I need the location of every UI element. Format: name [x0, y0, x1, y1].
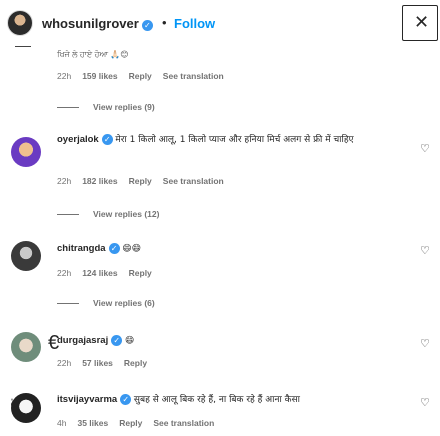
like-heart-icon[interactable]: ♡ [420, 244, 430, 257]
view-replies-button[interactable]: View replies (12) [57, 209, 159, 219]
like-heart-icon[interactable]: ♡ [420, 337, 430, 350]
view-replies-label[interactable]: View replies (9) [93, 102, 155, 112]
replies-line [57, 107, 79, 109]
comment-username[interactable]: durgajasraj [57, 335, 108, 346]
post-header: whosunilgrover ✓ • Follow ✕ [0, 0, 440, 46]
comment-likes[interactable]: 35 likes [77, 418, 108, 428]
comment-time: 22h [57, 71, 72, 81]
comment-text: सुबह से आलू बिक रहे हैं, ना बिक रहे हैं … [133, 395, 300, 405]
comment-text: 😄😄 [122, 244, 141, 254]
comment-time: 22h [57, 176, 72, 186]
reply-button[interactable]: Reply [129, 268, 152, 278]
reply-button[interactable]: Reply [119, 418, 142, 428]
comment-body: itsvijayvarma ✓ सुबह से आलू बिक रहे हैं, … [57, 392, 300, 405]
close-icon: ✕ [414, 12, 430, 32]
comment-likes[interactable]: 57 likes [82, 358, 113, 368]
header-username[interactable]: whosunilgrover ✓ [42, 16, 153, 31]
comment-meta: 22h 159 likes Reply See translation [57, 71, 235, 81]
reply-button[interactable]: Reply [129, 176, 152, 186]
close-button[interactable]: ✕ [402, 5, 438, 41]
comment-text: मेरा 1 किलो आलू, 1 किलो प्याज और हनिया म… [115, 135, 354, 145]
verified-icon: ✓ [101, 134, 113, 145]
see-translation-button[interactable]: See translation [153, 418, 214, 428]
header-username-text[interactable]: whosunilgrover [42, 16, 139, 31]
avatar[interactable] [11, 332, 41, 362]
verified-icon: ✓ [111, 335, 123, 346]
hand-icon: ✌ [8, 396, 20, 412]
comment-meta: 22h 124 likes Reply [57, 268, 163, 278]
comment-meta: 22h 182 likes Reply See translation [57, 176, 235, 186]
comment-meta: 4h 35 likes Reply See translation [57, 418, 225, 428]
avatar[interactable] [11, 137, 41, 167]
verified-icon: ✓ [141, 20, 153, 31]
comment-body: chitrangda ✓ 😄😄 [57, 243, 141, 254]
like-heart-icon[interactable]: ♡ [420, 142, 430, 155]
comment-meta: 22h 57 likes Reply [57, 358, 158, 368]
view-replies-button[interactable]: View replies (6) [57, 298, 155, 308]
comment-time: 4h [57, 418, 67, 428]
view-replies-label[interactable]: View replies (12) [93, 209, 159, 219]
see-translation-button[interactable]: See translation [163, 176, 224, 186]
comment-likes[interactable]: 159 likes [82, 71, 117, 81]
avatar[interactable] [11, 241, 41, 271]
verified-icon: ✓ [108, 243, 120, 254]
view-replies-label[interactable]: View replies (6) [93, 298, 155, 308]
comment-time: 22h [57, 268, 72, 278]
follow-button[interactable]: Follow [174, 16, 215, 31]
comment-body: oyerjalok ✓ मेरा 1 किलो आलू, 1 किलो प्याज… [57, 134, 412, 146]
reply-button[interactable]: Reply [124, 358, 147, 368]
dot-separator: • [162, 15, 167, 30]
comment-username[interactable]: oyerjalok [57, 134, 99, 145]
comment-username[interactable]: itsvijayvarma [57, 394, 117, 405]
comment-likes[interactable]: 182 likes [82, 176, 117, 186]
reply-button[interactable]: Reply [129, 71, 152, 81]
see-translation-button[interactable]: See translation [163, 71, 224, 81]
verified-icon: ✓ [120, 394, 132, 405]
comment-time: 22h [57, 358, 72, 368]
comment-body: durgajasraj ✓ 😄 [57, 335, 134, 346]
replies-line [57, 303, 79, 305]
partial-comment-text: ਖਿਜੇ ਲੇ ਹਾਏ ਹੋਆ 🙏🏻😊 [57, 50, 129, 59]
comment-username[interactable]: chitrangda [57, 243, 106, 254]
comment-text: 😄 [124, 336, 135, 346]
view-replies-button[interactable]: View replies (9) [57, 102, 155, 112]
replies-line [57, 214, 79, 216]
like-heart-icon[interactable]: ♡ [420, 396, 430, 409]
header-avatar[interactable] [7, 10, 33, 36]
comment-likes[interactable]: 124 likes [82, 268, 117, 278]
